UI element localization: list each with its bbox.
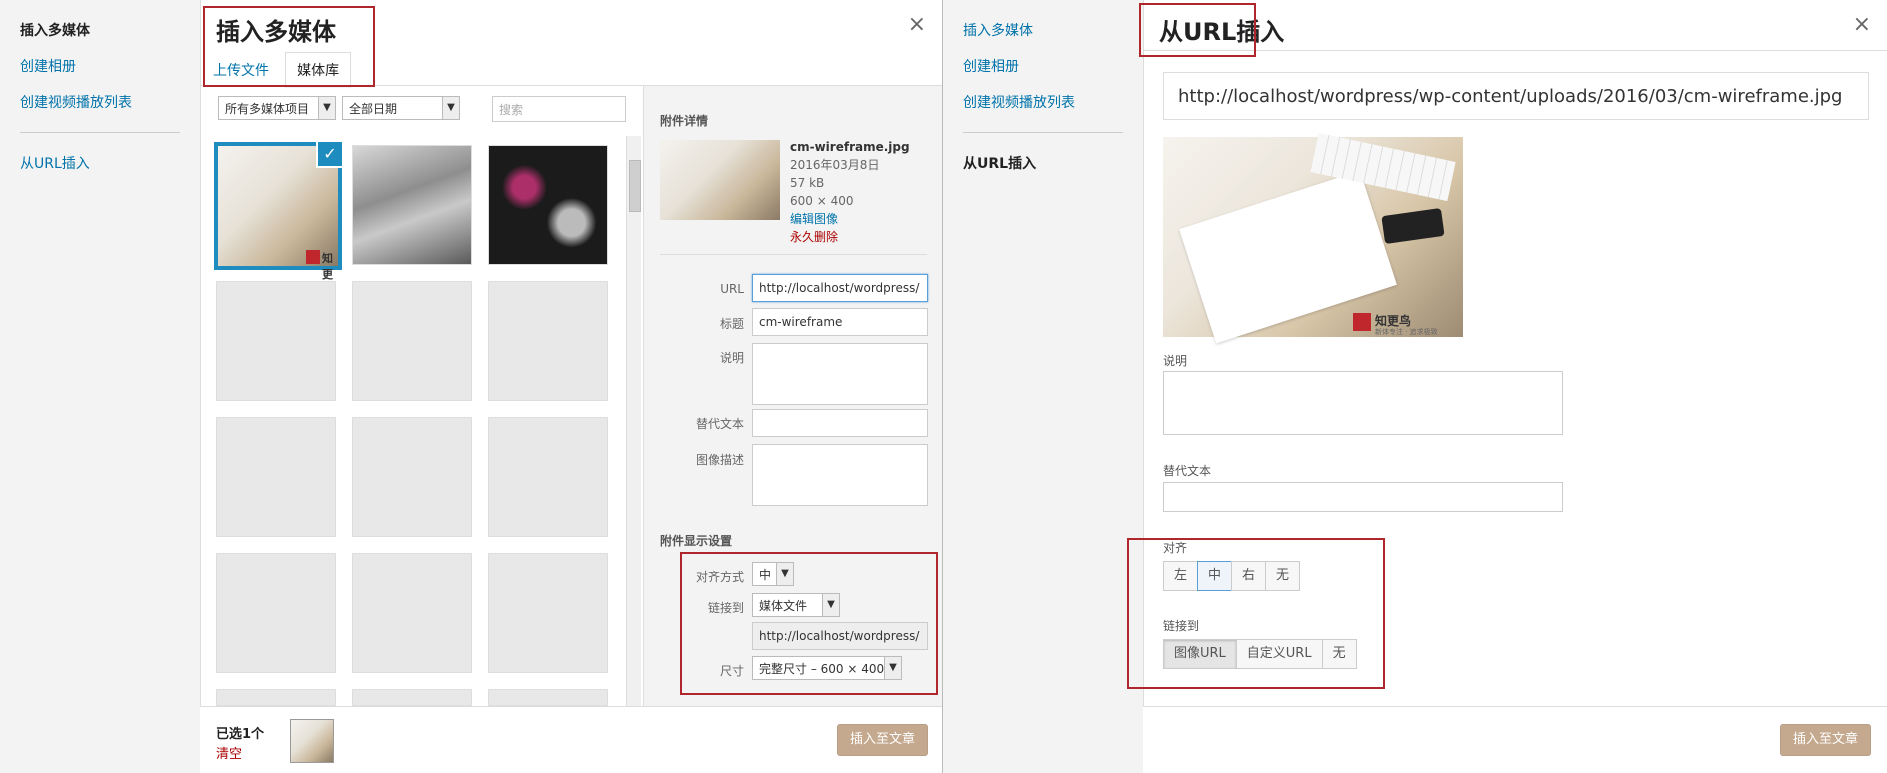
menu-insert-media[interactable]: 插入多媒体 (963, 12, 1143, 48)
menu-insert-media[interactable]: 插入多媒体 (20, 12, 200, 48)
menu-create-gallery[interactable]: 创建相册 (963, 48, 1143, 84)
attachment-thumbnail (660, 140, 780, 220)
media-thumb-placeholder[interactable] (488, 553, 608, 673)
media-thumb[interactable] (488, 145, 608, 265)
title-label: 标题 (719, 317, 744, 331)
highlight-box-title (203, 6, 375, 87)
watermark-logo (306, 250, 320, 264)
close-icon[interactable]: × (1853, 12, 1871, 37)
check-icon[interactable]: ✓ (316, 140, 344, 168)
attachment-dimensions: 600 × 400 (790, 194, 854, 208)
edit-image-link[interactable]: 编辑图像 (790, 210, 910, 228)
media-thumb-placeholder[interactable] (216, 689, 336, 706)
media-thumb-placeholder[interactable] (352, 417, 472, 537)
media-thumb-selected[interactable]: ✓ 知更 (214, 140, 344, 281)
media-thumb-placeholder[interactable] (352, 689, 472, 706)
menu-create-playlist[interactable]: 创建视频播放列表 (963, 84, 1143, 120)
alt-text-label: 替代文本 (1163, 464, 1212, 478)
media-menu: 插入多媒体 创建相册 创建视频播放列表 从URL插入 (943, 0, 1144, 773)
watermark-text: 知更 (322, 252, 333, 281)
media-type-value: 所有多媒体项目 (225, 102, 310, 116)
menu-insert-from-url[interactable]: 从URL插入 (20, 145, 200, 181)
url-image-preview: 知更鸟 新体专注 · 追求极致 (1163, 132, 1463, 344)
media-thumb-placeholder[interactable] (216, 417, 336, 537)
menu-insert-from-url[interactable]: 从URL插入 (963, 145, 1143, 181)
alt-text-field[interactable] (1163, 482, 1563, 512)
date-value: 全部日期 (349, 102, 398, 116)
insert-from-url-dialog: 插入多媒体 创建相册 创建视频播放列表 从URL插入 从URL插入 × http… (943, 0, 1887, 773)
media-type-filter[interactable]: 所有多媒体项目 ▼ (218, 96, 336, 120)
date-filter[interactable]: 全部日期 ▼ (342, 96, 460, 120)
menu-separator (963, 132, 1123, 133)
media-thumb-placeholder[interactable] (352, 553, 472, 673)
delete-permanently-link[interactable]: 永久删除 (790, 228, 910, 246)
media-thumb-placeholder[interactable] (488, 417, 608, 537)
attachment-alt-field[interactable] (752, 409, 928, 437)
insert-into-post-button[interactable]: 插入至文章 (1779, 724, 1871, 756)
media-toolbar: 插入至文章 (1143, 706, 1887, 773)
clear-selection-link[interactable]: 清空 (216, 743, 242, 762)
alt-text-label: 替代文本 (695, 417, 744, 431)
attachment-size: 57 kB (790, 176, 825, 190)
selection-thumbnail[interactable] (290, 719, 334, 763)
menu-create-playlist[interactable]: 创建视频播放列表 (20, 84, 200, 120)
media-thumb-placeholder[interactable] (352, 281, 472, 401)
media-thumb-placeholder[interactable] (216, 281, 336, 401)
details-divider (660, 254, 927, 255)
media-thumb-placeholder[interactable] (488, 281, 608, 401)
watermark-logo (1353, 313, 1371, 331)
highlight-box-title (1139, 3, 1256, 57)
preview-phone-shape (1381, 207, 1445, 245)
scrollbar-thumb[interactable] (629, 160, 641, 212)
attachment-description-field[interactable] (752, 444, 928, 506)
menu-create-gallery[interactable]: 创建相册 (20, 48, 200, 84)
image-desc-label: 图像描述 (695, 453, 744, 467)
search-input[interactable]: 搜索 (492, 96, 626, 122)
attachment-title-field[interactable]: cm-wireframe (752, 308, 928, 336)
media-scrollbar[interactable] (626, 136, 641, 706)
caption-field[interactable] (1163, 371, 1563, 435)
media-thumb-placeholder[interactable] (216, 553, 336, 673)
highlight-box-display-settings (680, 552, 938, 695)
highlight-box-align-link (1127, 538, 1385, 689)
watermark-subtext: 新体专注 · 追求极致 (1375, 328, 1438, 336)
attachment-filename: cm-wireframe.jpg (790, 140, 910, 154)
attachment-date: 2016年03月8日 (790, 158, 880, 172)
attachment-details-heading: 附件详情 (660, 114, 709, 128)
display-settings-heading: 附件显示设置 (660, 534, 733, 548)
insert-into-post-button[interactable]: 插入至文章 (836, 724, 928, 756)
media-thumb-placeholder[interactable] (488, 689, 608, 706)
attachment-url-field[interactable]: http://localhost/wordpress/ (752, 274, 928, 302)
caption-label: 说明 (719, 351, 744, 365)
attachment-caption-field[interactable] (752, 343, 928, 405)
close-icon[interactable]: × (908, 12, 926, 37)
chevron-down-icon: ▼ (442, 97, 459, 119)
search-placeholder: 搜索 (499, 103, 524, 117)
media-toolbar: 已选1个 清空 插入至文章 (200, 706, 942, 773)
embed-url-input[interactable]: http://localhost/wordpress/wp-content/up… (1163, 72, 1869, 120)
caption-label: 说明 (1163, 354, 1188, 368)
chevron-down-icon: ▼ (318, 97, 335, 119)
media-menu: 插入多媒体 创建相册 创建视频播放列表 从URL插入 (0, 0, 201, 773)
insert-media-dialog: 插入多媒体 创建相册 创建视频播放列表 从URL插入 插入多媒体 × 上传文件 … (0, 0, 943, 773)
url-label: URL (720, 282, 744, 296)
attachment-info: cm-wireframe.jpg 2016年03月8日 57 kB 600 × … (790, 138, 910, 246)
selection-count: 已选1个 (216, 727, 265, 742)
menu-separator (20, 132, 180, 133)
media-thumb[interactable] (352, 145, 472, 265)
